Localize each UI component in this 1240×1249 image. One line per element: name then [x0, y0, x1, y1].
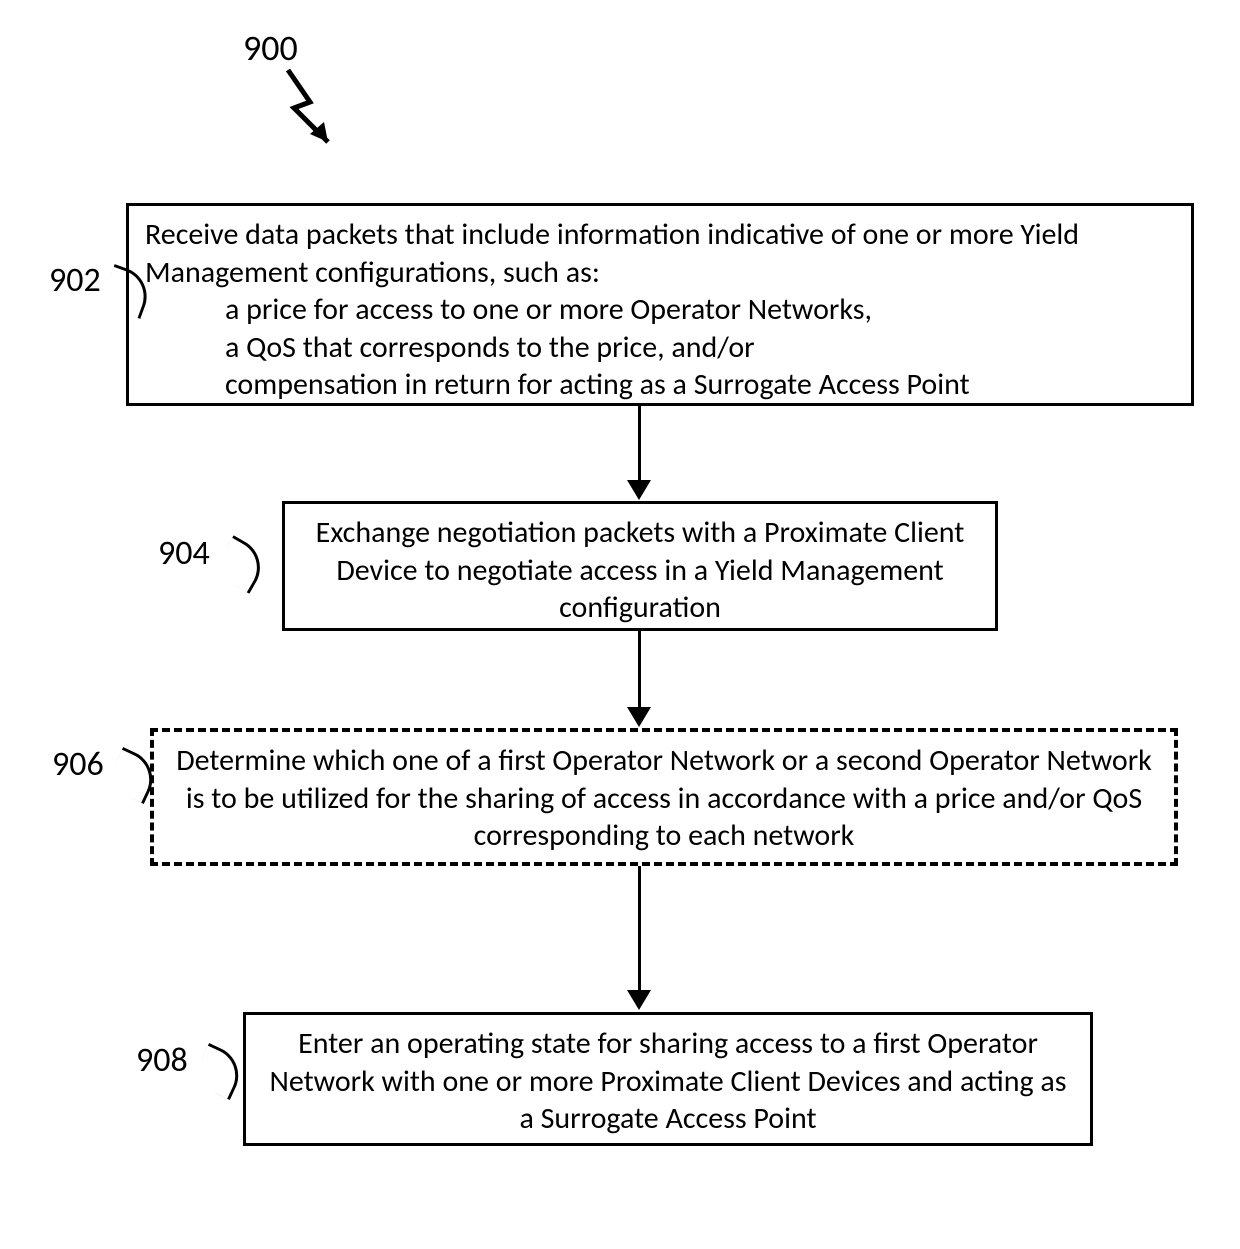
step-906-label: 906	[52, 744, 104, 785]
step-908-hook-icon	[191, 1043, 248, 1100]
arrow-906-908-shaft	[638, 866, 641, 992]
flowchart-canvas: 900 Receive data packets that include in…	[0, 0, 1240, 1249]
arrow-906-908-head-icon	[627, 990, 651, 1010]
step-902-label: 902	[49, 260, 101, 301]
step-906-box: Determine which one of a first Operator …	[150, 728, 1178, 866]
step-904-text: Exchange negotiation packets with a Prox…	[316, 514, 965, 626]
arrow-902-904-head-icon	[627, 480, 651, 500]
step-902-bullet-1: a price for access to one or more Operat…	[145, 291, 1175, 329]
step-904-box: Exchange negotiation packets with a Prox…	[282, 501, 998, 631]
step-902-bullet-3: compensation in return for acting as a S…	[145, 366, 1175, 404]
step-904-label: 904	[158, 533, 210, 574]
step-908-label: 908	[136, 1040, 188, 1081]
arrow-902-904-shaft	[638, 406, 641, 482]
arrow-904-906-head-icon	[627, 707, 651, 727]
step-904-hook-icon	[212, 535, 271, 594]
figure-pointer-icon	[270, 64, 360, 154]
step-908-text: Enter an operating state for sharing acc…	[270, 1025, 1067, 1137]
step-906-text: Determine which one of a first Operator …	[176, 742, 1152, 854]
step-902-bullet-2: a QoS that corresponds to the price, and…	[145, 329, 1175, 367]
arrow-904-906-shaft	[638, 631, 641, 709]
step-908-box: Enter an operating state for sharing acc…	[243, 1012, 1093, 1146]
step-902-box: Receive data packets that include inform…	[126, 203, 1194, 406]
step-902-intro: Receive data packets that include inform…	[145, 216, 1175, 291]
